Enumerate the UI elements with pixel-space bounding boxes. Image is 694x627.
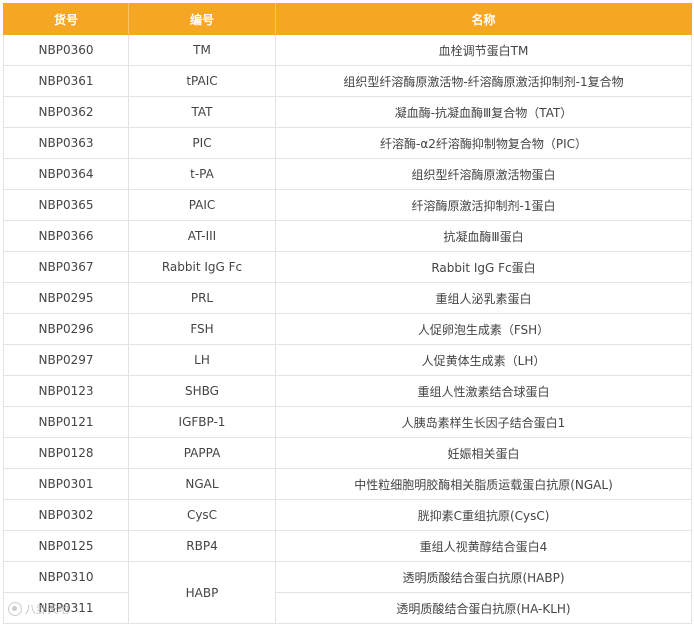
cell-abbr: FSH <box>128 313 276 345</box>
cell-code: NBP0296 <box>3 313 129 345</box>
cell-code: NBP0361 <box>3 65 129 97</box>
table-row: NBP0121 IGFBP-1 人胰岛素样生长因子结合蛋白1 <box>3 406 692 438</box>
cell-code: NBP0360 <box>3 34 129 66</box>
table-row: NBP0311 透明质酸结合蛋白抗原(HA-KLH) <box>3 592 692 624</box>
cell-abbr: NGAL <box>128 468 276 500</box>
cell-name: 凝血酶-抗凝血酶Ⅲ复合物（TAT） <box>275 96 692 128</box>
cell-code: NBP0362 <box>3 96 129 128</box>
cell-name: 人促卵泡生成素（FSH） <box>275 313 692 345</box>
cell-abbr: CysC <box>128 499 276 531</box>
cell-abbr: HABP <box>128 561 276 624</box>
table-row: NBP0125 RBP4 重组人视黄醇结合蛋白4 <box>3 530 692 562</box>
cell-name: 妊娠相关蛋白 <box>275 437 692 469</box>
cell-abbr: Rabbit IgG Fc <box>128 251 276 283</box>
cell-code: NBP0121 <box>3 406 129 438</box>
cell-code: NBP0311 <box>3 592 129 624</box>
header-code: 货号 <box>3 3 129 35</box>
table-row: NBP0364 t-PA 组织型纤溶酶原激活物蛋白 <box>3 158 692 190</box>
cell-name: 纤溶酶原激活抑制剂-1蛋白 <box>275 189 692 221</box>
header-abbr: 编号 <box>128 3 276 35</box>
cell-abbr: PAPPA <box>128 437 276 469</box>
cell-code: NBP0363 <box>3 127 129 159</box>
cell-code: NBP0128 <box>3 437 129 469</box>
table-row: NBP0365 PAIC 纤溶酶原激活抑制剂-1蛋白 <box>3 189 692 221</box>
cell-abbr: RBP4 <box>128 530 276 562</box>
cell-name: 透明质酸结合蛋白抗原(HA-KLH) <box>275 592 692 624</box>
cell-name: 人促黄体生成素（LH） <box>275 344 692 376</box>
cell-code: NBP0366 <box>3 220 129 252</box>
table-row: NBP0296 FSH 人促卵泡生成素（FSH） <box>3 313 692 345</box>
cell-name: 组织型纤溶酶原激活物-纤溶酶原激活抑制剂-1复合物 <box>275 65 692 97</box>
table-row: NBP0128 PAPPA 妊娠相关蛋白 <box>3 437 692 469</box>
cell-name: 中性粒细胞明胶酶相关脂质运载蛋白抗原(NGAL) <box>275 468 692 500</box>
cell-abbr: t-PA <box>128 158 276 190</box>
cell-name: 透明质酸结合蛋白抗原(HABP) <box>275 561 692 593</box>
cell-code: NBP0365 <box>3 189 129 221</box>
cell-abbr: PIC <box>128 127 276 159</box>
product-table: 货号 编号 名称 NBP0360 TM 血栓调节蛋白TM NBP0361 tPAIC 组织… <box>3 3 692 624</box>
cell-code: NBP0310 <box>3 561 129 593</box>
table-row: NBP0361 tPAIC 组织型纤溶酶原激活物-纤溶酶原激活抑制剂-1复合物 <box>3 65 692 97</box>
table-row: NBP0310 HABP 透明质酸结合蛋白抗原(HABP) <box>3 561 692 624</box>
cell-name: 重组人性激素结合球蛋白 <box>275 375 692 407</box>
cell-name: 重组人泌乳素蛋白 <box>275 282 692 314</box>
table-row: NBP0302 CysC 胱抑素C重组抗原(CysC) <box>3 499 692 531</box>
cell-code: NBP0367 <box>3 251 129 283</box>
header-name: 名称 <box>275 3 692 35</box>
cell-abbr: PRL <box>128 282 276 314</box>
cell-code: NBP0295 <box>3 282 129 314</box>
cell-code: NBP0302 <box>3 499 129 531</box>
table-row: NBP0362 TAT 凝血酶-抗凝血酶Ⅲ复合物（TAT） <box>3 96 692 128</box>
table-row: NBP0367 Rabbit IgG Fc Rabbit IgG Fc蛋白 <box>3 251 692 283</box>
table-row: NBP0366 AT-III 抗凝血酶Ⅲ蛋白 <box>3 220 692 252</box>
cell-name: 重组人视黄醇结合蛋白4 <box>275 530 692 562</box>
table-row: NBP0363 PIC 纤溶酶-α2纤溶酶抑制物复合物（PIC） <box>3 127 692 159</box>
table-row: NBP0297 LH 人促黄体生成素（LH） <box>3 344 692 376</box>
table-row: NBP0360 TM 血栓调节蛋白TM <box>3 34 692 66</box>
cell-code: NBP0301 <box>3 468 129 500</box>
cell-code: NBP0364 <box>3 158 129 190</box>
cell-abbr: PAIC <box>128 189 276 221</box>
cell-abbr: tPAIC <box>128 65 276 97</box>
cell-name: 组织型纤溶酶原激活物蛋白 <box>275 158 692 190</box>
cell-name: 人胰岛素样生长因子结合蛋白1 <box>275 406 692 438</box>
cell-abbr: IGFBP-1 <box>128 406 276 438</box>
cell-abbr: LH <box>128 344 276 376</box>
cell-name: 纤溶酶-α2纤溶酶抑制物复合物（PIC） <box>275 127 692 159</box>
cell-abbr: TAT <box>128 96 276 128</box>
table-row: NBP0123 SHBG 重组人性激素结合球蛋白 <box>3 375 692 407</box>
cell-name: 抗凝血酶Ⅲ蛋白 <box>275 220 692 252</box>
table-body: NBP0360 TM 血栓调节蛋白TM NBP0361 tPAIC 组织型纤溶酶原激活物-… <box>3 34 692 624</box>
cell-code: NBP0123 <box>3 375 129 407</box>
table-header: 货号 编号 名称 <box>3 3 692 35</box>
cell-abbr: AT-III <box>128 220 276 252</box>
header-row: 货号 编号 名称 <box>3 3 692 35</box>
cell-abbr: TM <box>128 34 276 66</box>
cell-name: Rabbit IgG Fc蛋白 <box>275 251 692 283</box>
cell-name: 血栓调节蛋白TM <box>275 34 692 66</box>
cell-abbr: SHBG <box>128 375 276 407</box>
table-row: NBP0295 PRL 重组人泌乳素蛋白 <box>3 282 692 314</box>
table-row: NBP0301 NGAL 中性粒细胞明胶酶相关脂质运载蛋白抗原(NGAL) <box>3 468 692 500</box>
cell-name: 胱抑素C重组抗原(CysC) <box>275 499 692 531</box>
cell-code: NBP0125 <box>3 530 129 562</box>
cell-code: NBP0297 <box>3 344 129 376</box>
